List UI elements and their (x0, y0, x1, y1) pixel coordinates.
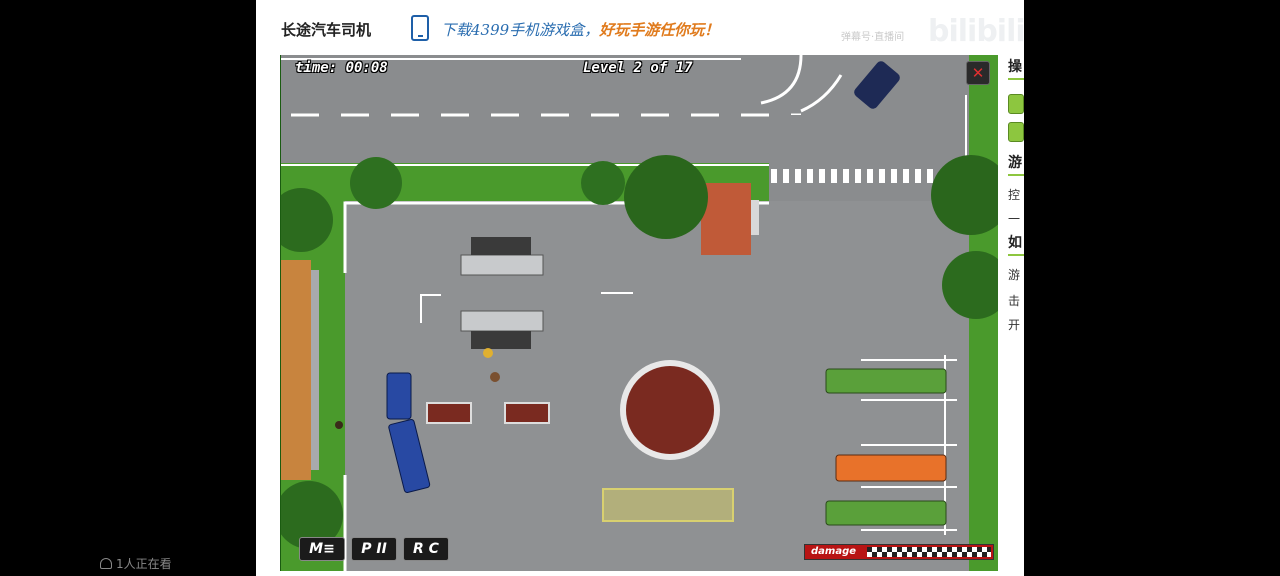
bus-shelter-bench (471, 331, 531, 349)
game-title: 长途汽车司机 (281, 21, 372, 39)
sidebar-heading-intro: 游 (1008, 155, 1022, 171)
planter (426, 402, 472, 424)
instructions-sidebar: 操 游 控 一 如 游 击 开 (1008, 56, 1024, 356)
promo-banner[interactable]: 下载4399手机游戏盒，好玩手游任你玩！ (441, 19, 719, 40)
sidebar-text: 开 (1008, 318, 1021, 332)
bus-shelter (460, 254, 544, 276)
viewer-count-text: 1人正在看 (116, 557, 172, 571)
key-icon (1008, 122, 1024, 142)
sidebar-text: 一 (1008, 212, 1021, 226)
planter (504, 402, 550, 424)
tree (624, 155, 708, 239)
watermark-badge: 弹幕号·直播间 (841, 32, 905, 43)
target-parking-zone (602, 488, 734, 522)
pedestrian (490, 372, 500, 382)
bus-shelter (460, 310, 544, 332)
page-header: 长途汽车司机 下载4399手机游戏盒，好玩手游任你玩！ 弹幕号·直播间 bili… (256, 0, 1024, 56)
tree (350, 157, 402, 209)
pause-button[interactable]: P II (351, 537, 397, 561)
viewers-icon (100, 558, 112, 569)
kiosk-sign (751, 200, 759, 235)
parked-bus-green (825, 500, 947, 526)
damage-label: damage (811, 546, 857, 557)
sidebar-heading-howto: 如 (1008, 235, 1022, 251)
watermark-logo: bilibili (928, 14, 1024, 49)
bus-shelter-bench (471, 237, 531, 255)
tree (581, 161, 625, 205)
restart-button[interactable]: R C (403, 537, 449, 561)
building (281, 260, 311, 480)
parked-bus-orange (835, 454, 947, 482)
hud-timer: time: 00:08 (295, 60, 388, 76)
parked-bus-green (825, 368, 947, 394)
pedestrian (335, 421, 343, 429)
kiosk-roof (701, 183, 751, 255)
pedestrian (483, 348, 493, 358)
promo-highlight: 好玩手游任你玩！ (599, 21, 720, 39)
sidebar-divider (1008, 174, 1024, 176)
close-button[interactable]: ✕ (966, 61, 990, 85)
hud-level: Level 2 of 17 (583, 60, 693, 76)
building-awning (311, 270, 319, 470)
promo-text: 下载4399手机游戏盒， (441, 21, 600, 39)
sidebar-divider (1008, 254, 1024, 256)
viewer-count: 1人正在看 (100, 555, 172, 572)
sidebar-text: 击 (1008, 294, 1021, 308)
damage-meter: damage (804, 544, 994, 560)
player-bus-front[interactable] (386, 372, 412, 420)
up-arrow-key-icon (1008, 94, 1024, 114)
sidebar-heading-controls: 操 (1008, 59, 1022, 75)
game-scene (281, 55, 998, 571)
sidebar-text: 游 (1008, 268, 1021, 282)
sidebar-divider (1008, 78, 1024, 80)
phone-icon (411, 15, 429, 41)
game-canvas[interactable]: time: 00:08 Level 2 of 17 ✕ M≡ P II R C … (280, 55, 998, 571)
flower-bed (626, 366, 714, 454)
checkered-flag-icon (867, 547, 991, 557)
sidebar-text: 控 (1008, 188, 1021, 202)
screen: 长途汽车司机 下载4399手机游戏盒，好玩手游任你玩！ 弹幕号·直播间 bili… (0, 0, 1280, 576)
menu-button[interactable]: M≡ (299, 537, 345, 561)
